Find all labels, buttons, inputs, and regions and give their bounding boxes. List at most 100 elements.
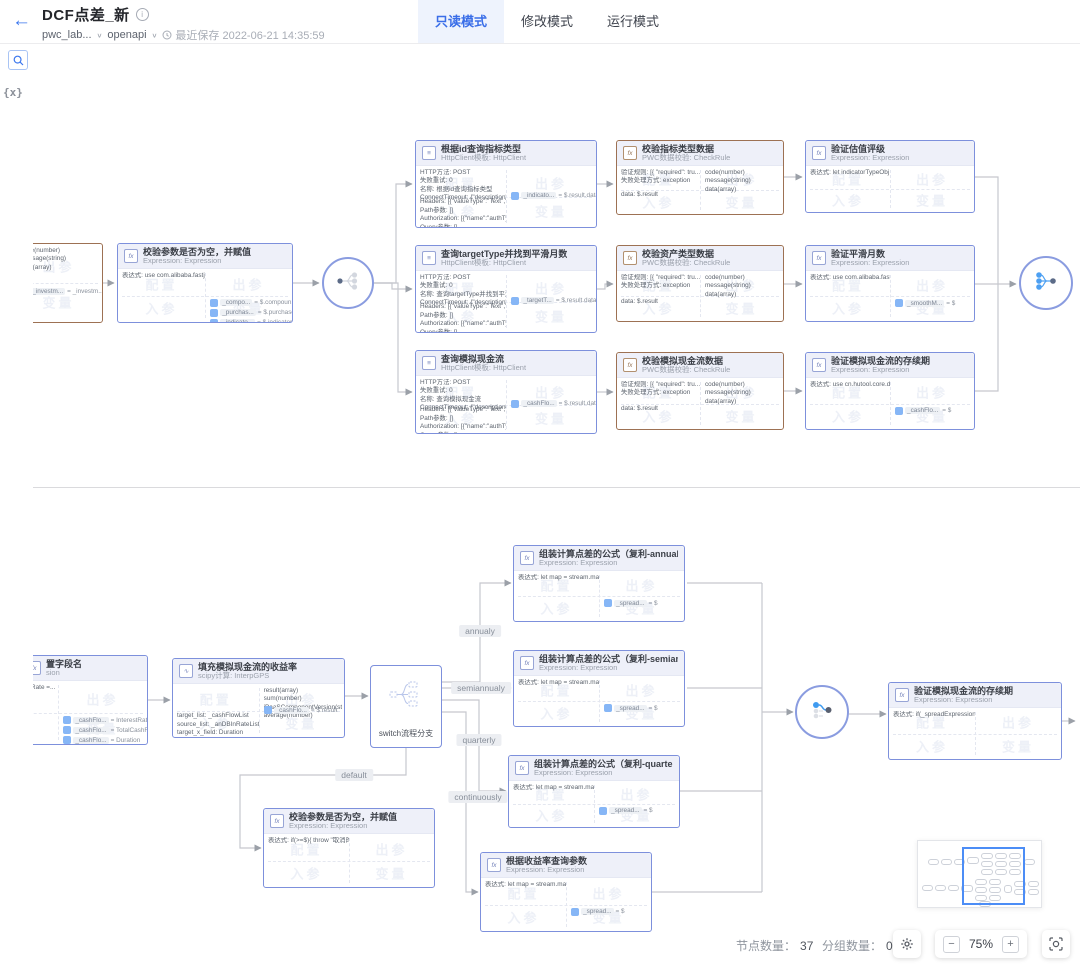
tab-edit-mode[interactable]: 修改模式 [504, 0, 590, 43]
info-icon[interactable]: i [136, 8, 149, 21]
variable-type-icon [63, 726, 71, 734]
variable-type-icon [511, 400, 519, 408]
flow-node[interactable]: fx校验参数是否为空，并赋值Expression: Expression配置出参… [263, 808, 435, 888]
node-header: ≡根据id查询指标类型HttpClient模板: HttpClient [416, 141, 596, 166]
flow-node[interactable]: fx校验模拟现金流数据PWC数据校验: CheckRule配置出参入参变量验证规… [616, 352, 784, 430]
node-body: 配置出参入参变量验证规则: [{ "required": tru...失败处理方… [617, 378, 783, 429]
node-header: fx校验资产类型数据PWC数据校验: CheckRule [617, 246, 783, 271]
variable-type-icon [20, 288, 28, 296]
flow-node[interactable]: fx校验指标类型数据PWC数据校验: CheckRule配置出参入参变量验证规则… [616, 140, 784, 215]
node-config-text: data: $.result [621, 298, 700, 306]
minimap-viewport[interactable] [962, 847, 1025, 905]
flow-node[interactable]: fx验证估值评级Expression: Expression配置出参入参变量表达… [805, 140, 975, 213]
flow-node[interactable]: 配置出参入参变量code(number)message(string)data(… [0, 243, 103, 323]
variable-tag: _cashFlo...= $.result.dat... [511, 400, 596, 408]
node-subtitle: HttpClient模板: HttpClient [441, 154, 526, 163]
node-variable-tags: _spread...= $ [599, 807, 652, 815]
edge [374, 283, 412, 392]
node-config-text: 表达式: let map = stream.map()... [518, 574, 599, 582]
flow-node[interactable]: fx验证模拟现金流的存续期Expression: Expression配置出参入… [888, 682, 1062, 760]
node-count: 节点数量：37 [736, 937, 813, 954]
branch-label: semiannualy [451, 682, 511, 694]
node-variable-tags: _cashFlo...= InterestRate_cashFlo...= To… [63, 716, 147, 744]
search-icon [13, 55, 24, 66]
fit-view-button[interactable] [1042, 930, 1070, 958]
join-in-icon [1034, 271, 1058, 296]
variable-tag: _cashFlo...= Duration [63, 736, 147, 744]
flow-node[interactable]: fx组装计算点差的公式（复利-semiannualy）Expression: E… [513, 650, 685, 727]
quadrant-watermark: 入参 [832, 406, 864, 425]
minimap-node [935, 885, 946, 891]
node-type-icon: ≡ [422, 251, 436, 265]
tab-readonly-mode[interactable]: 只读模式 [418, 0, 504, 43]
node-body: 配置出参入参变量表达式: use com.alibaba.fastjson...… [806, 271, 974, 321]
flow-node[interactable]: fx校验资产类型数据PWC数据校验: CheckRule配置出参入参变量验证规则… [616, 245, 784, 322]
flow-node[interactable]: fx验证模拟现金流的存续期Expression: Expression配置出参入… [805, 352, 975, 430]
switch-node[interactable]: switch流程分支 [370, 665, 442, 748]
chevron-down-icon: ∨ [97, 31, 103, 38]
variable-panel-icon[interactable]: {x} [3, 86, 23, 99]
quadrant-watermark: 出参 [916, 276, 948, 295]
quadrant-watermark: 变量 [375, 864, 407, 883]
node-config-text: Headers: [{"valueType":"Text","n...Path参… [420, 198, 506, 227]
node-type-icon: fx [623, 358, 637, 372]
quadrant-watermark: 入参 [290, 864, 322, 883]
flow-node[interactable]: fx验证平滑月数Expression: Expression配置出参入参变量表达… [805, 245, 975, 322]
header-bar: ← DCF点差_新 i pwc_lab... ∨ openapi ∨ 最近保存 … [0, 0, 1080, 44]
flow-node[interactable]: fx校验参数是否为空，并赋值Expression: Expression配置出参… [117, 243, 293, 323]
flow-node[interactable]: fx组装计算点差的公式（复利-quarterly）Expression: Exp… [508, 755, 680, 828]
node-output-schema: code(number)message(string)data(array) [705, 274, 781, 299]
node-body: 配置出参入参变量验证规则: [{ "required": tru...失败处理方… [617, 271, 783, 321]
flow-node[interactable]: ∿填充模拟现金流的收益率scipy计算: InterpGPS配置出参入参变量ta… [172, 658, 345, 738]
node-header: fx验证模拟现金流的存续期Expression: Expression [889, 683, 1061, 708]
settings-button[interactable] [893, 930, 921, 958]
chevron-down-icon: ∨ [152, 31, 158, 38]
variable-type-icon [264, 706, 272, 714]
node-type-icon: ∿ [179, 664, 193, 678]
back-button[interactable]: ← [12, 8, 31, 34]
api-select[interactable]: openapi [107, 29, 146, 41]
flow-node[interactable]: fx组装计算点差的公式（复利-annualy）Expression: Expre… [513, 545, 685, 622]
fit-view-icon [1049, 937, 1063, 951]
zoom-out-button[interactable]: − [943, 936, 960, 953]
variable-type-icon [210, 319, 218, 322]
variable-type-icon [511, 192, 519, 200]
zoom-in-button[interactable]: + [1002, 936, 1019, 953]
node-variable-tags: _spread...= $ [604, 599, 657, 607]
node-subtitle: PWC数据校验: CheckRule [642, 154, 730, 163]
variable-tag: _targetT...= $.result.data [511, 297, 596, 305]
flow-node[interactable]: ≡根据id查询指标类型HttpClient模板: HttpClient配置出参入… [415, 140, 597, 228]
node-body: 配置出参入参变量HTTP方法: POST失败重试: 0名称: 根据id查询指标类… [416, 166, 596, 227]
minimap-node [1028, 889, 1039, 895]
node-config-text: Rate =... [31, 684, 58, 692]
node-type-icon: fx [124, 249, 138, 263]
node-body: 配置出参入参变量表达式: let indicatorTypeObj = _i..… [806, 166, 974, 212]
node-type-icon: fx [270, 814, 284, 828]
node-subtitle: Expression: Expression [289, 822, 397, 831]
variable-tag: _spread...= $ [604, 704, 657, 712]
edge [374, 184, 412, 283]
flow-node[interactable]: fx置字段名sion配置出参入参变量Rate =..._cashFlo...= … [0, 655, 148, 745]
quadrant-watermark: 变量 [535, 202, 567, 221]
fork-node[interactable] [322, 257, 374, 309]
flow-canvas[interactable]: 配置出参入参变量code(number)message(string)data(… [0, 0, 1080, 965]
flow-node[interactable]: fx根据收益率查询参数Expression: Expression配置出参入参变… [480, 852, 652, 932]
flow-node[interactable]: ≡查询targetType并找到平滑月数HttpClient模板: HttpCl… [415, 245, 597, 333]
quadrant-watermark: 出参 [535, 382, 567, 401]
node-header: fx验证平滑月数Expression: Expression [806, 246, 974, 271]
node-body: 配置出参入参变量表达式: let map = stream.map()..._s… [514, 676, 684, 726]
node-type-icon: fx [520, 551, 534, 565]
workspace-select[interactable]: pwc_lab... [42, 29, 92, 41]
node-type-icon: fx [515, 761, 529, 775]
node-variable-tags: _targetT...= $.result.data [511, 297, 596, 305]
quadrant-watermark: 出参 [620, 784, 652, 803]
minimap[interactable] [917, 840, 1042, 908]
node-header: fx校验参数是否为空，并赋值Expression: Expression [118, 244, 292, 269]
quadrant-watermark: 出参 [625, 681, 657, 700]
tab-run-mode[interactable]: 运行模式 [590, 0, 676, 43]
join-in-node[interactable] [1019, 256, 1073, 310]
search-button[interactable] [8, 50, 28, 70]
node-variable-tags: _spread...= $ [604, 704, 657, 712]
join-one-node[interactable] [795, 685, 849, 739]
flow-node[interactable]: ≡查询模拟现金流HttpClient模板: HttpClient配置出参入参变量… [415, 350, 597, 434]
